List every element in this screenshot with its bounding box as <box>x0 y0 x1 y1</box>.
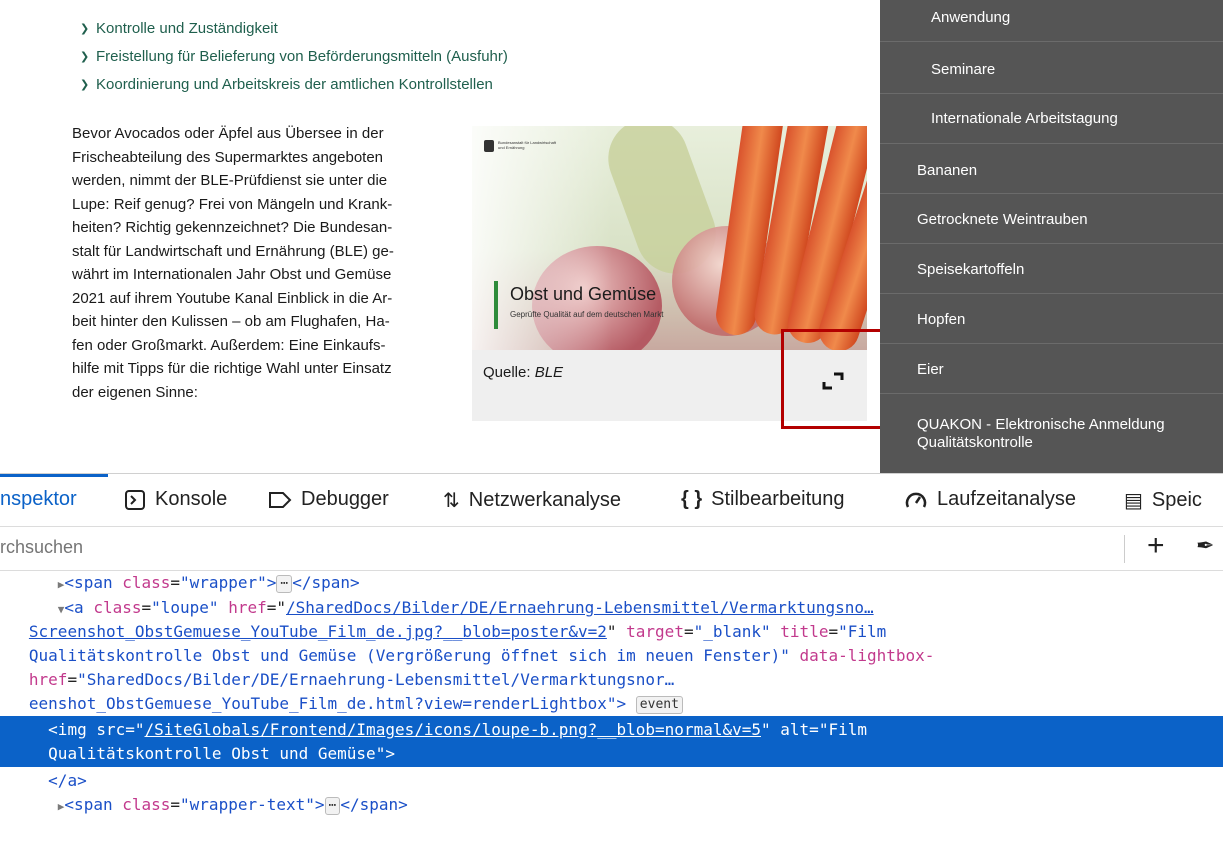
chevron-down-icon: ❯ <box>80 78 90 91</box>
toolbar-separator <box>1124 535 1125 563</box>
nav-item-quakon[interactable]: QUAKON - Elektronische Anmeldung Qualität… <box>880 396 1223 456</box>
accordion-item-freistellung[interactable]: ❯ Freistellung für Belieferung von Beförd… <box>80 42 508 70</box>
add-node-button[interactable]: + <box>1147 529 1165 563</box>
style-editor-icon: { } <box>681 488 703 510</box>
poster-title: Obst und Gemüse <box>510 284 657 304</box>
tab-inspector[interactable]: nspektor <box>0 488 77 511</box>
nav-item-hopfen[interactable]: Hopfen <box>880 296 1223 344</box>
nav-item-bananen[interactable]: Bananen <box>880 146 1223 194</box>
markup-node-a-loupe[interactable]: ▼<a class="loupe" href="/SharedDocs/Bild… <box>0 596 1223 620</box>
nav-item-anwendung[interactable]: Anwendung <box>880 0 1223 42</box>
nav-item-getrocknete-weintrauben[interactable]: Getrocknete Weintrauben <box>880 196 1223 244</box>
markup-node-a-close[interactable]: </a> <box>0 769 1223 793</box>
tab-debugger[interactable]: Debugger <box>268 488 389 511</box>
loupe-highlight <box>781 329 884 429</box>
web-page: ❯ Kontrolle und Zuständigkeit ❯ Freistellu… <box>0 0 1223 473</box>
html-search-input[interactable] <box>0 537 900 558</box>
tab-style-editor[interactable]: { } Stilbearbeitung <box>681 488 845 511</box>
active-tab-indicator <box>0 474 108 477</box>
media-caption: Quelle: BLE <box>483 364 564 381</box>
ellipsis-badge[interactable]: ⋯ <box>324 796 341 815</box>
nav-item-speisekartoffeln[interactable]: Speisekartoffeln <box>880 246 1223 294</box>
eagle-icon <box>484 140 494 152</box>
console-icon <box>125 489 145 510</box>
accordion-list: ❯ Kontrolle und Zuständigkeit ❯ Freistellu… <box>80 14 508 98</box>
nav-item-seminare[interactable]: Seminare <box>880 46 1223 94</box>
markup-node-img-selected[interactable]: <img src="/SiteGlobals/Frontend/Images/i… <box>0 718 1223 742</box>
tab-console[interactable]: Konsole <box>124 488 227 511</box>
tab-storage[interactable]: ▤ Speic <box>1124 488 1202 513</box>
ellipsis-badge[interactable]: ⋯ <box>276 574 293 593</box>
chevron-down-icon: ❯ <box>80 50 90 63</box>
network-icon: ⇅ <box>443 490 460 512</box>
media-teaser: Bundesanstalt für Landwirtschaft und Ern… <box>472 126 884 429</box>
poster-subtitle: Geprüfte Qualität auf dem deutschen Mark… <box>510 310 664 319</box>
performance-icon <box>905 492 927 508</box>
markup-node-span-wrapper-text[interactable]: ▶<span class="wrapper-text"> ⋯ </span> <box>0 793 1223 817</box>
nav-item-internationale-arbeitstagung[interactable]: Internationale Arbeitstagung <box>880 96 1223 144</box>
event-badge[interactable]: event <box>635 695 683 714</box>
tab-performance[interactable]: Laufzeitanalyse <box>904 488 1076 511</box>
devtools-search-bar: + ✒ <box>0 527 1223 571</box>
video-poster-image[interactable]: Bundesanstalt für Landwirtschaft und Ern… <box>472 126 867 350</box>
side-navigation: Anwendung Seminare Internationale Arbeit… <box>880 0 1223 473</box>
devtools-tabbar: nspektor Konsole Debugger ⇅ Netzwerkanal… <box>0 474 1223 527</box>
expand-icon[interactable] <box>820 370 846 392</box>
eyedropper-icon[interactable]: ✒ <box>1196 533 1214 559</box>
chevron-down-icon: ❯ <box>80 22 90 35</box>
devtools-panel: nspektor Konsole Debugger ⇅ Netzwerkanal… <box>0 473 1223 853</box>
accordion-item-kontrolle[interactable]: ❯ Kontrolle und Zuständigkeit <box>80 14 508 42</box>
accordion-item-koordinierung[interactable]: ❯ Koordinierung und Arbeitskreis der amtl… <box>80 70 508 98</box>
tab-network[interactable]: ⇅ Netzwerkanalyse <box>443 488 621 513</box>
storage-icon: ▤ <box>1124 490 1143 512</box>
ble-logo: Bundesanstalt für Landwirtschaft und Ern… <box>484 140 558 152</box>
markup-node-span-wrapper[interactable]: ▶<span class="wrapper"> ⋯ </span> <box>0 571 1223 595</box>
nav-item-eier[interactable]: Eier <box>880 346 1223 394</box>
article-text: Bevor Avocados oder Äpfel aus Übersee in… <box>72 125 394 401</box>
debugger-icon <box>269 491 292 508</box>
